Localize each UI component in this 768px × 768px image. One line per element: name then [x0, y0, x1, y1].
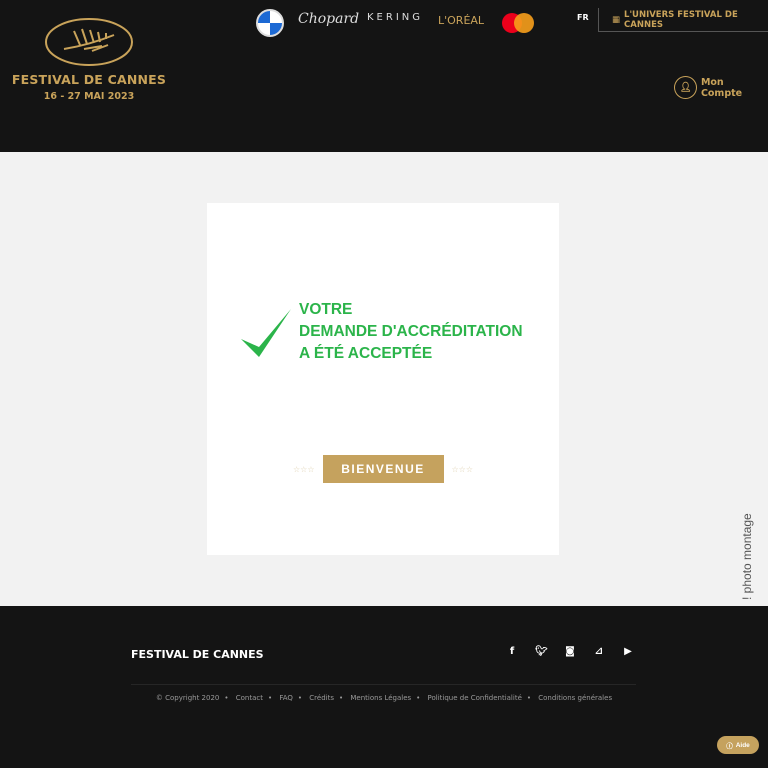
confirmation-card: VOTRE DEMANDE D'ACCRÉDITATION A ÉTÉ ACCE…: [207, 203, 559, 555]
photo-credit: ! photo montage: [740, 513, 754, 600]
sponsor-chopard-logo[interactable]: Chopard: [298, 11, 359, 27]
sponsor-mastercard-logo[interactable]: [502, 13, 534, 33]
sponsor-kering-logo[interactable]: KERING: [367, 12, 423, 23]
acceptance-message: VOTRE DEMANDE D'ACCRÉDITATION A ÉTÉ ACCE…: [299, 299, 523, 365]
rss-icon[interactable]: ⊿: [593, 646, 605, 657]
grid-icon: ▦: [612, 14, 621, 25]
footer-brand: FESTIVAL DE CANNES: [131, 648, 264, 661]
stars-decoration: ☆☆☆: [451, 464, 474, 474]
youtube-icon[interactable]: ▶: [622, 646, 634, 657]
message-line: A ÉTÉ ACCEPTÉE: [299, 345, 433, 362]
help-button[interactable]: ⓘ Aide: [717, 736, 759, 754]
link-faq[interactable]: FAQ: [279, 694, 293, 702]
footer: FESTIVAL DE CANNES f 🐦︎ ◙ ⊿ ▶ © Copyrigh…: [0, 606, 768, 768]
header: FESTIVAL DE CANNES 16 - 27 MAI 2023 Chop…: [0, 0, 768, 152]
sponsor-loreal-logo[interactable]: L'ORÉAL: [438, 14, 484, 27]
footer-divider: [131, 684, 636, 685]
twitter-icon[interactable]: 🐦︎: [535, 646, 548, 657]
help-label: Aide: [735, 741, 750, 749]
festival-dates: 16 - 27 MAI 2023: [43, 91, 135, 102]
account-label: Mon Compte: [700, 76, 743, 99]
user-icon: 👤︎: [674, 76, 697, 99]
language-selector[interactable]: FR: [577, 13, 589, 22]
bienvenue-button[interactable]: BIENVENUE: [322, 455, 444, 483]
link-credits[interactable]: Crédits: [309, 694, 334, 702]
copyright: © Copyright 2020: [155, 694, 220, 702]
link-mentions-legales[interactable]: Mentions Légales: [350, 694, 411, 702]
link-conditions[interactable]: Conditions générales: [538, 694, 612, 702]
stars-decoration: ☆☆☆: [292, 464, 315, 474]
sponsor-bmw-logo[interactable]: [256, 9, 284, 37]
univers-link[interactable]: ▦ L'UNIVERS FESTIVAL DE CANNES: [598, 8, 768, 32]
account-button[interactable]: 👤︎ Mon Compte: [674, 76, 768, 99]
brand-title: FESTIVAL DE CANNES: [11, 72, 167, 87]
link-contact[interactable]: Contact: [236, 694, 263, 702]
facebook-icon[interactable]: f: [506, 646, 518, 657]
univers-label: L'UNIVERS FESTIVAL DE CANNES: [624, 9, 738, 30]
help-icon: ⓘ: [726, 743, 733, 750]
checkmark-icon: [241, 309, 291, 357]
message-line: VOTRE: [299, 301, 353, 318]
message-line: DEMANDE D'ACCRÉDITATION: [299, 323, 523, 340]
footer-links: © Copyright 2020 • Contact • FAQ • Crédits •…: [155, 694, 613, 702]
link-privacy[interactable]: Politique de Confidentialité: [428, 694, 522, 702]
palme-logo[interactable]: [44, 17, 134, 67]
instagram-icon[interactable]: ◙: [564, 646, 576, 657]
